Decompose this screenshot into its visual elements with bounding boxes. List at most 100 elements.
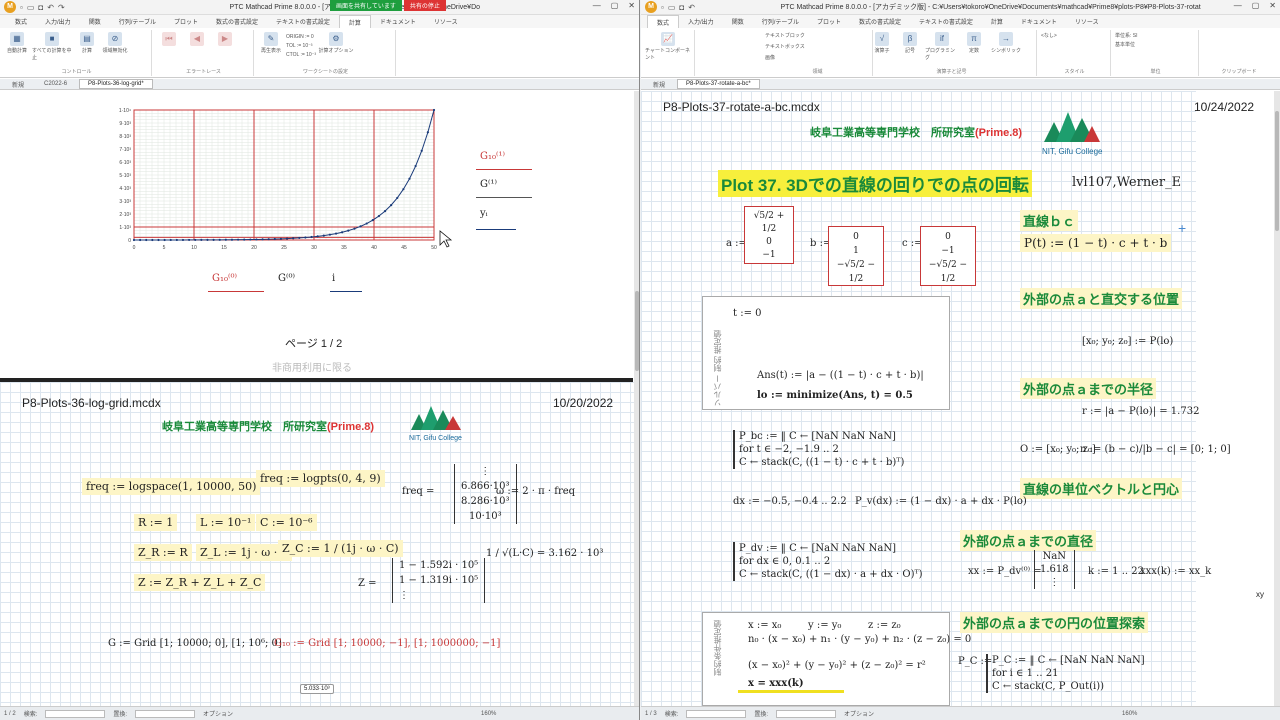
freq-logspace[interactable]: freq := logspace(1, 10000, 50) [82,478,261,495]
right-maximize-icon[interactable]: ▢ [1252,1,1260,10]
r-def[interactable]: R := 1 [134,514,178,531]
freq-logpts[interactable]: freq := logpts(0, 4, 9) [256,470,385,487]
left-worksheet-page2[interactable]: P8-Plots-36-log-grid.mcdx 10/20/2022 岐阜工… [0,382,634,706]
z-eval[interactable]: Z = [358,578,377,589]
redisplay-button[interactable]: ✎ 再生表示 [258,32,284,58]
find-input[interactable] [45,709,106,718]
redo-icon[interactable]: ↷ [58,3,65,12]
chart-component-button[interactable]: 📈 チャートコンポーネント [645,32,691,61]
l-def[interactable]: L := 10⁻¹ [196,514,256,531]
text-box-button[interactable]: テキストボックス [765,43,805,50]
z-def[interactable]: Z := Z_R + Z_L + Z_C [134,574,266,591]
grid-g-def[interactable]: G := Grid [1; 10000; 0], [1; 10⁶; 0] [108,638,282,649]
calculate-button[interactable]: ▤ 計算 [74,32,100,61]
constants-button[interactable]: π 定数 [961,32,987,61]
r-tab-plots[interactable]: プロット [808,15,850,28]
legend-i[interactable]: i [332,273,335,284]
mathcad-logo-icon[interactable]: M [4,1,16,13]
tab-math[interactable]: 数式 [6,15,36,28]
image-button[interactable]: 画像 [765,54,805,61]
x-constraint[interactable]: x = xxx(k) [748,678,804,689]
legend-g-1[interactable]: G⁽¹⁾ [480,179,497,190]
lo-minimize[interactable]: lo := minimize(Ans, t) = 0.5 [757,390,913,401]
right-mathcad-logo-icon[interactable]: M [645,1,657,13]
right-vertical-scrollbar[interactable] [1274,91,1280,706]
doc-tab-c2022[interactable]: C2022-6 [36,80,75,88]
dx-range[interactable]: dx := −0.5, −0.4 .. 2.2 [733,496,847,507]
minimize-icon[interactable]: — [593,1,601,10]
xx-eval[interactable]: xx := P_dv⁽⁰⁾ = [968,566,1042,577]
tab-math-format[interactable]: 数式の書式設定 [207,15,267,28]
tab-resources[interactable]: リソース [425,15,467,28]
sphere-equation[interactable]: (x − x₀)² + (y − y₀)² + (z − z₀)² = r² [748,660,926,671]
trace-next-button[interactable]: ▶ [212,32,238,47]
left-worksheet-page1[interactable]: 1·10⁴ 9·10³ 8·10³ 7·10³ 6·10³ 5·10³ 4·10³ 3·10³… [0,91,639,378]
r-zoom-level[interactable]: 160% [1122,711,1137,717]
r-doc-tab-new[interactable]: 新規 [645,79,673,90]
xyz-def[interactable]: [x₀; y₀; z₀] := P(lo) [1082,336,1173,347]
replace-input[interactable] [135,709,196,718]
ctol-setting[interactable]: CTOL := 10⁻³ [286,52,316,58]
r-options-button[interactable]: オプション [844,709,874,718]
zc-def[interactable]: Z_C := 1 / (1j · ω · C) [278,540,403,557]
r-tab-text-format[interactable]: テキストの書式設定 [910,15,982,28]
omega-def[interactable]: ω := 2 · π · freq [496,486,575,497]
tab-document[interactable]: ドキュメント [371,15,425,28]
stop-all-button[interactable]: ■ すべての計算を中止 [32,32,72,61]
close-icon[interactable]: ✕ [628,1,635,10]
right-scroll-thumb[interactable] [1275,111,1279,231]
tab-matrices[interactable]: 行列/テーブル [110,15,165,28]
z-init[interactable]: z := z₀ [868,620,901,631]
stop-sharing-button[interactable]: 共有の停止 [403,0,446,11]
b-vector[interactable]: 0 1 −√5/2 − 1/2 [828,226,884,286]
right-open-icon[interactable]: ▭ [668,3,676,12]
r-tab-io[interactable]: 入力/出力 [679,15,723,28]
doc-tab-log-grid[interactable]: P8-Plots-36-log-grid* [79,79,153,89]
r-tab-functions[interactable]: 関数 [723,15,753,28]
left-vertical-scrollbar[interactable] [634,91,639,706]
tab-plots[interactable]: プロット [165,15,207,28]
symbols-button[interactable]: β 記号 [897,32,923,61]
r-tab-calculation[interactable]: 計算 [982,15,1012,28]
plane-equation[interactable]: n₀ · (x − x₀) + n₁ · (y − y₀) + n₂ · (z … [748,634,971,645]
t-init[interactable]: t := 0 [733,308,762,319]
doc-tab-new[interactable]: 新規 [4,79,32,90]
ans-def[interactable]: Ans(t) := |a − ((1 − t) · c + t · b)| [757,370,924,381]
r-doc-tab-rotate[interactable]: P8-Plots-37-rotate-a-bc* [677,79,760,89]
pc-program[interactable]: P_C := ‖ C ← [NaN NaN NaN] for i ∈ 1 .. 2… [986,654,1145,693]
freq-eval[interactable]: freq = [402,486,434,497]
tab-io[interactable]: 入力/出力 [36,15,80,28]
programming-button[interactable]: if プログラミング [925,32,959,61]
pbc-program[interactable]: P_bc := ‖ C ← [NaN NaN NaN] for t ∈ −2, −… [733,430,904,469]
operators-button[interactable]: √ 演算子 [869,32,895,61]
r-tab-matrices[interactable]: 行列/テーブル [753,15,808,28]
pdv-program[interactable]: P_dv := ‖ C ← [NaN NaN NaN] for dx ∈ 0, 0… [733,542,923,581]
radius-eval[interactable]: r := |a − P(lo)| = 1.732 [1082,406,1199,417]
r-find-input[interactable] [686,709,747,718]
r-tab-math[interactable]: 数式 [647,14,680,29]
n-def[interactable]: n := (b − c)/|b − c| = [0; 1; 0] [1080,444,1231,455]
right-minimize-icon[interactable]: — [1234,1,1242,10]
zoom-level[interactable]: 160% [481,711,496,717]
tol-setting[interactable]: TOL := 10⁻³ [286,43,316,49]
c-def[interactable]: C := 10⁻⁶ [256,514,317,531]
x-init[interactable]: x := x₀ [748,620,781,631]
r-tab-math-format[interactable]: 数式の書式設定 [850,15,910,28]
base-units-button[interactable]: 基本単位 [1115,41,1138,48]
trace-first-button[interactable]: ⏮ [156,32,182,47]
maximize-icon[interactable]: ▢ [611,1,619,10]
legend-y[interactable]: yᵢ [480,208,488,219]
calc-options-button[interactable]: ⚙ 計算オプション [318,32,354,58]
trace-prev-button[interactable]: ◀ [184,32,210,47]
undo-icon[interactable]: ↶ [47,3,54,12]
right-undo-icon[interactable]: ↶ [688,3,695,12]
r-tab-resources[interactable]: リソース [1066,15,1108,28]
tab-functions[interactable]: 関数 [80,15,110,28]
tab-text-format[interactable]: テキストの書式設定 [267,15,339,28]
a-vector[interactable]: √5/2 + 1/2 0 −1 [744,206,794,264]
origin-setting[interactable]: ORIGIN := 0 [286,34,316,40]
zr-def[interactable]: Z_R := R [134,544,192,561]
left-scroll-thumb[interactable] [635,291,639,371]
legend-g10-1[interactable]: G₁₀⁽¹⁾ [480,151,505,162]
grid-g10-def[interactable]: G₁₀ := Grid [1; 10000; −1], [1; 1000000;… [274,638,500,649]
